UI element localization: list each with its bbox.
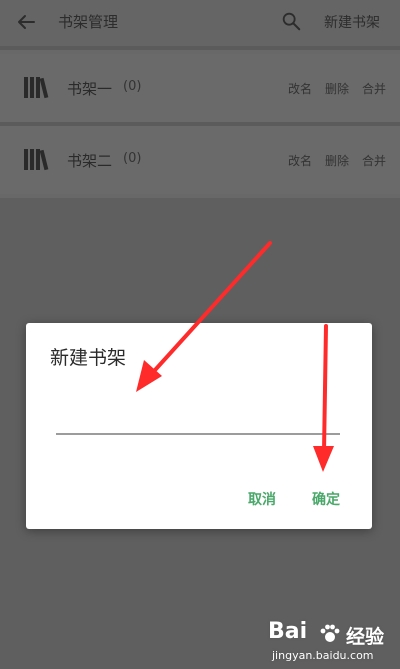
new-shelf-dialog: 新建书架 取消 确定 [26,323,372,529]
shelf-count: (0) [123,151,142,166]
search-icon[interactable] [280,10,302,32]
paw-icon [320,624,340,642]
new-shelf-button[interactable]: 新建书架 [324,12,380,32]
shelf-name-input[interactable] [56,407,340,435]
delete-button[interactable]: 删除 [325,80,349,97]
bookshelf-icon [24,149,49,171]
watermark-logo: Bai [268,619,308,644]
shelf-list: 书架一 (0) 改名 删除 合并 书架二 (0) 改名 删除 合并 [0,46,400,198]
shelf-name: 书架二 [67,152,113,170]
shelf-name: 书架一 [67,80,113,98]
confirm-button[interactable]: 确定 [312,489,340,509]
watermark-url: jingyan.baidu.com [272,649,374,662]
rename-button[interactable]: 改名 [288,152,312,169]
app-bar: 书架管理 新建书架 [0,0,400,46]
shelf-count: (0) [123,79,142,94]
list-item[interactable]: 书架一 (0) 改名 删除 合并 [0,54,400,122]
page-title: 书架管理 [58,13,119,31]
cancel-button[interactable]: 取消 [248,489,276,509]
list-item[interactable]: 书架二 (0) 改名 删除 合并 [0,126,400,194]
delete-button[interactable]: 删除 [325,152,349,169]
rename-button[interactable]: 改名 [288,80,312,97]
watermark-brand: 经验 [346,626,385,648]
watermark: Bai 经验 jingyan.baidu.com [268,619,398,667]
bookshelf-icon [24,77,49,99]
divider [0,46,400,50]
back-arrow-icon[interactable] [14,10,38,34]
merge-button[interactable]: 合并 [362,152,386,169]
dialog-title: 新建书架 [50,347,127,369]
merge-button[interactable]: 合并 [362,80,386,97]
